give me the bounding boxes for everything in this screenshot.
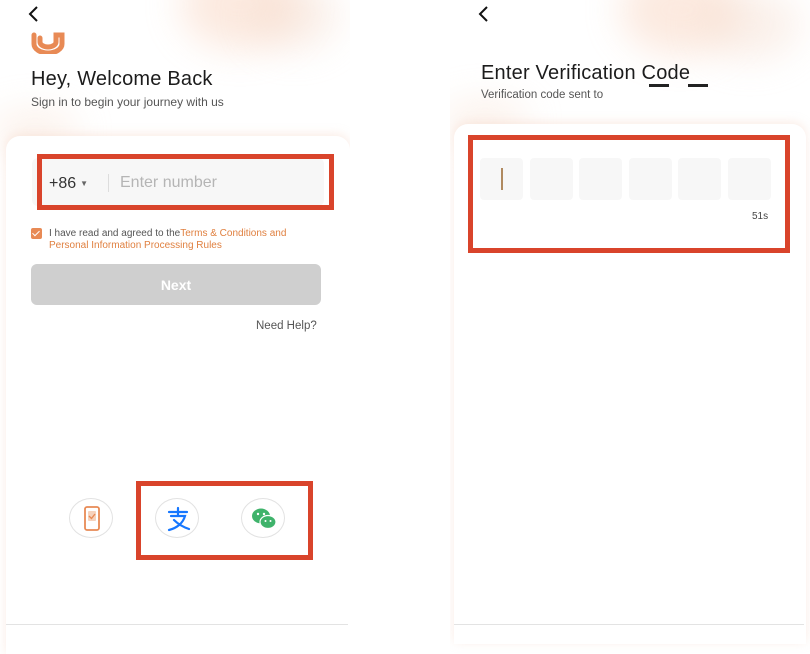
next-button[interactable]: Next xyxy=(31,264,321,305)
page-subtitle: Sign in to begin your journey with us xyxy=(31,95,224,109)
back-button[interactable] xyxy=(28,4,40,26)
app-logo xyxy=(31,32,65,54)
code-digit-1[interactable] xyxy=(480,158,523,200)
chevron-left-icon xyxy=(478,6,488,22)
code-digit-4[interactable] xyxy=(628,158,672,200)
code-digit-5[interactable] xyxy=(678,158,722,200)
code-digit-2[interactable] xyxy=(529,158,573,200)
code-digit-6[interactable] xyxy=(728,158,771,200)
agreement-prefix: I have read and agreed to the xyxy=(49,228,181,239)
wechat-icon xyxy=(252,508,277,530)
phone-input-row: +86 ▼ xyxy=(32,158,324,206)
code-input-row xyxy=(480,158,772,200)
sim-card-icon xyxy=(84,506,100,531)
bottom-divider xyxy=(454,624,804,625)
page-subtitle: Verification code sent to xyxy=(481,89,604,101)
login-screen: Hey, Welcome Back Sign in to begin your … xyxy=(0,0,350,654)
agree-checkbox[interactable] xyxy=(31,228,42,239)
need-help-link[interactable]: Need Help? xyxy=(256,320,317,332)
wechat-login-button[interactable] xyxy=(241,498,285,538)
verification-card xyxy=(454,124,806,644)
login-card xyxy=(6,136,350,654)
sim-login-button[interactable] xyxy=(69,498,113,538)
redacted-number xyxy=(688,84,708,87)
page-title: Hey, Welcome Back xyxy=(31,68,213,90)
back-button[interactable] xyxy=(478,4,490,26)
page-title: Enter Verification Code xyxy=(481,62,691,84)
country-code: +86 xyxy=(49,175,77,192)
chevron-left-icon xyxy=(28,6,38,22)
resend-timer: 51s xyxy=(752,211,769,222)
code-digit-3[interactable] xyxy=(579,158,623,200)
country-code-selector[interactable]: +86 ▼ xyxy=(49,175,88,193)
bottom-divider xyxy=(6,624,348,625)
text-cursor xyxy=(501,168,503,190)
alipay-icon xyxy=(167,506,191,532)
background-blob xyxy=(700,0,800,60)
input-divider xyxy=(108,174,109,192)
caret-down-icon: ▼ xyxy=(80,179,89,189)
phone-number-input[interactable] xyxy=(120,168,310,198)
redacted-number xyxy=(649,84,669,87)
verification-screen: Enter Verification Code Verification cod… xyxy=(450,0,810,654)
agreement-text: I have read and agreed to theTerms & Con… xyxy=(49,228,321,252)
alipay-login-button[interactable] xyxy=(155,498,199,538)
